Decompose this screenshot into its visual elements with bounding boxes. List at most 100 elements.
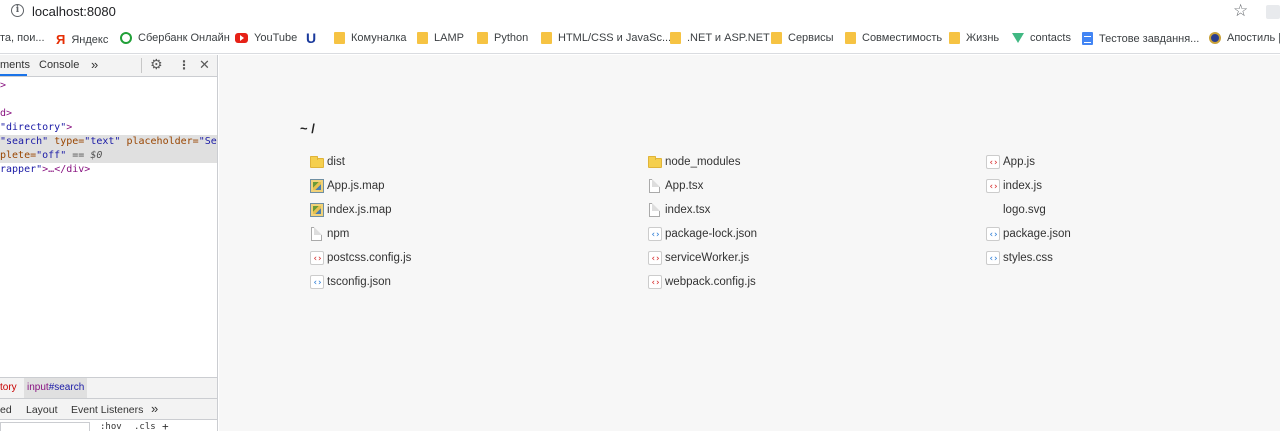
bookmark-folder[interactable]: Совместимость <box>845 32 942 44</box>
breadcrumb-item-active[interactable]: input#search <box>24 378 88 398</box>
bookmark-youtube[interactable]: YouTube <box>235 32 297 44</box>
file-entry[interactable]: ‹› package-lock.json <box>648 226 757 242</box>
dom-line[interactable]: "directory"> <box>0 121 217 135</box>
document-icon <box>649 203 660 217</box>
sberbank-icon <box>120 32 132 44</box>
bookmark-folder[interactable]: .NET и ASP.NET <box>670 32 770 44</box>
bookmark-label: Тестове завдання... <box>1099 32 1200 45</box>
code-file-icon: ‹› <box>986 179 1000 193</box>
bookmark-folder[interactable]: Сервисы <box>771 32 834 44</box>
bookmark-label: Апостиль | <box>1227 32 1280 44</box>
dom-line[interactable]: d> <box>0 107 217 121</box>
dom-line-selected[interactable]: plete="off" == $0 <box>0 149 217 163</box>
divider <box>141 58 142 73</box>
directory-listing: ~ / dist App.js.map index.js.map npm ‹› postc… <box>219 55 1280 431</box>
bookmark-label: contacts <box>1030 32 1071 44</box>
add-rule-button[interactable]: + <box>162 420 169 431</box>
bookmark-folder[interactable]: LAMP <box>417 32 464 44</box>
dom-tag: > <box>0 80 7 91</box>
dom-line[interactable]: > <box>0 79 217 93</box>
more-tabs-icon[interactable]: » <box>91 57 98 72</box>
bookmark-apostille[interactable]: Апостиль | <box>1209 32 1280 44</box>
close-icon[interactable]: ✕ <box>199 57 210 73</box>
folder-icon <box>670 32 681 44</box>
dom-attr-name: type= <box>48 136 85 147</box>
file-name: npm <box>327 228 350 240</box>
bookmark-u[interactable]: U <box>306 30 322 46</box>
gear-icon[interactable]: ⚙ <box>150 56 163 73</box>
dom-line-selected[interactable]: "search" type="text" placeholder="Searc <box>0 135 217 149</box>
bookmark-label: Совместимость <box>862 32 943 44</box>
file-name: index.js <box>1003 180 1042 192</box>
file-name: webpack.config.js <box>665 276 756 288</box>
filter-input[interactable] <box>0 422 90 431</box>
bookmark-folder[interactable]: Жизнь <box>949 32 999 44</box>
file-entry[interactable]: ‹› webpack.config.js <box>648 274 756 290</box>
file-entry[interactable]: App.tsx <box>648 178 703 194</box>
file-entry[interactable]: dist <box>310 154 345 170</box>
google-docs-icon <box>1082 32 1093 45</box>
folder-icon <box>477 32 488 44</box>
bookmark-item[interactable]: та, пои... <box>0 32 45 44</box>
dom-line[interactable] <box>0 93 217 107</box>
breadcrumb-id: #search <box>48 382 85 393</box>
hov-button[interactable]: :hov <box>100 422 122 431</box>
map-file-icon <box>310 203 324 217</box>
file-name: styles.css <box>1003 252 1053 264</box>
file-entry[interactable]: ‹› postcss.config.js <box>310 250 411 266</box>
file-entry[interactable]: ‹› tsconfig.json <box>310 274 391 290</box>
devtools-panel: ments Console » ⚙ ⋮ ✕ > d> "directory"> … <box>0 55 218 431</box>
file-entry[interactable]: logo.svg <box>986 202 1046 218</box>
file-name: node_modules <box>665 156 741 168</box>
dom-tag: d> <box>0 108 13 119</box>
file-entry[interactable]: index.js.map <box>310 202 392 218</box>
map-file-icon <box>310 179 324 193</box>
vue-icon <box>1012 33 1024 43</box>
folder-icon <box>541 32 552 44</box>
bookmark-sberbank[interactable]: Сбербанк Онлайн <box>120 32 230 44</box>
tab-computed[interactable]: ed <box>0 404 12 416</box>
tab-layout[interactable]: Layout <box>26 404 58 416</box>
url-text[interactable]: localhost:8080 <box>32 4 116 19</box>
dom-tag: >…</div> <box>42 164 91 175</box>
bookmark-folder[interactable]: Python <box>477 32 528 44</box>
cls-button[interactable]: .cls <box>134 422 156 431</box>
file-entry[interactable]: npm <box>310 226 349 242</box>
tab-elements[interactable]: ments <box>0 59 30 71</box>
file-entry[interactable]: ‹› package.json <box>986 226 1071 242</box>
apostille-icon <box>1209 32 1221 44</box>
tab-console[interactable]: Console <box>39 59 79 71</box>
file-name: dist <box>327 156 345 168</box>
extension-icon[interactable] <box>1266 5 1280 19</box>
styles-filter-row: :hov .cls + <box>0 420 217 431</box>
kebab-menu-icon[interactable]: ⋮ <box>178 58 190 72</box>
bookmark-star-icon[interactable]: ☆ <box>1233 1 1248 21</box>
file-entry[interactable]: ‹› serviceWorker.js <box>648 250 749 266</box>
file-entry[interactable]: node_modules <box>648 154 740 170</box>
file-entry[interactable]: ‹› App.js <box>986 154 1035 170</box>
breadcrumb-item[interactable]: tory <box>0 378 17 398</box>
bookmark-folder[interactable]: Комуналка <box>334 32 407 44</box>
info-icon[interactable]: i <box>11 4 24 17</box>
dom-selected-marker: == $0 <box>66 150 103 161</box>
file-entry[interactable]: ‹› styles.css <box>986 250 1053 266</box>
file-name: App.tsx <box>665 180 704 192</box>
more-tabs-icon[interactable]: » <box>151 401 158 416</box>
bookmark-test[interactable]: Тестове завдання... <box>1082 32 1199 45</box>
file-name: index.tsx <box>665 204 711 216</box>
code-file-icon: ‹› <box>648 275 662 289</box>
tab-event-listeners[interactable]: Event Listeners <box>71 404 143 416</box>
bookmark-folder[interactable]: HTML/CSS и JavaSc... <box>541 32 671 44</box>
folder-icon <box>334 32 345 44</box>
code-file-icon: ‹› <box>310 275 324 289</box>
dom-attr-value: "Searc <box>198 136 217 147</box>
dom-line[interactable]: rapper">…</div> <box>0 163 217 177</box>
file-entry[interactable]: App.js.map <box>310 178 385 194</box>
file-name: index.js.map <box>327 204 392 216</box>
bookmark-label: Python <box>494 32 529 44</box>
bookmark-yandex[interactable]: Я Яндекс <box>56 32 108 47</box>
bookmark-contacts[interactable]: contacts <box>1012 32 1071 44</box>
dom-attr-value: "search" <box>0 136 49 147</box>
file-entry[interactable]: index.tsx <box>648 202 710 218</box>
file-entry[interactable]: ‹› index.js <box>986 178 1042 194</box>
